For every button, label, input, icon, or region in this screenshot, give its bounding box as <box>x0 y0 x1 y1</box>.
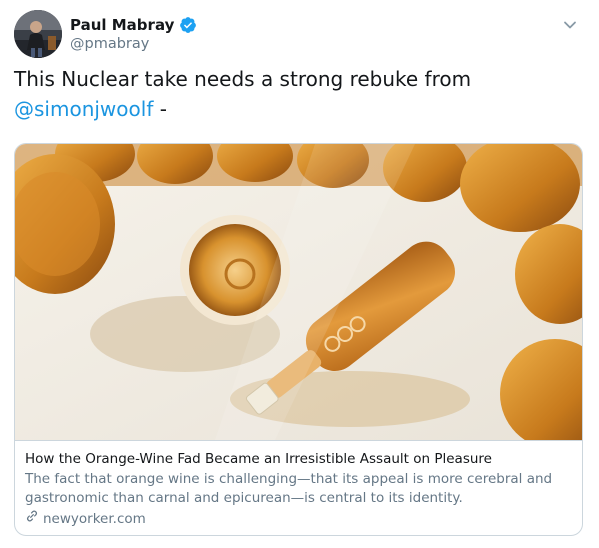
tweet-header: Paul Mabray @pmabray <box>14 10 585 60</box>
card-image <box>15 144 582 440</box>
verified-badge-icon <box>179 16 197 34</box>
card-body: How the Orange-Wine Fad Became an Irresi… <box>15 440 582 535</box>
card-title[interactable]: How the Orange-Wine Fad Became an Irresi… <box>25 450 574 469</box>
chevron-down-icon[interactable] <box>561 16 579 34</box>
tweet: Paul Mabray @pmabray This Nuclear take n… <box>0 0 599 548</box>
name-row: Paul Mabray <box>70 16 197 34</box>
handle[interactable]: @pmabray <box>70 36 149 52</box>
avatar[interactable] <box>14 10 62 58</box>
mention-link[interactable]: @simonjwoolf <box>14 97 153 121</box>
display-name[interactable]: Paul Mabray <box>70 16 174 34</box>
card-domain-text: newyorker.com <box>43 510 146 527</box>
link-icon <box>25 509 39 529</box>
tweet-text-trailing: - <box>153 97 167 121</box>
card-domain: newyorker.com <box>25 509 574 529</box>
tweet-text: This Nuclear take needs a strong rebuke … <box>14 64 574 124</box>
card-description: The fact that orange wine is challenging… <box>25 471 553 506</box>
link-card[interactable]: How the Orange-Wine Fad Became an Irresi… <box>14 143 583 536</box>
avatar-photo <box>14 10 62 58</box>
tweet-text-body: This Nuclear take needs a strong rebuke … <box>14 67 472 91</box>
